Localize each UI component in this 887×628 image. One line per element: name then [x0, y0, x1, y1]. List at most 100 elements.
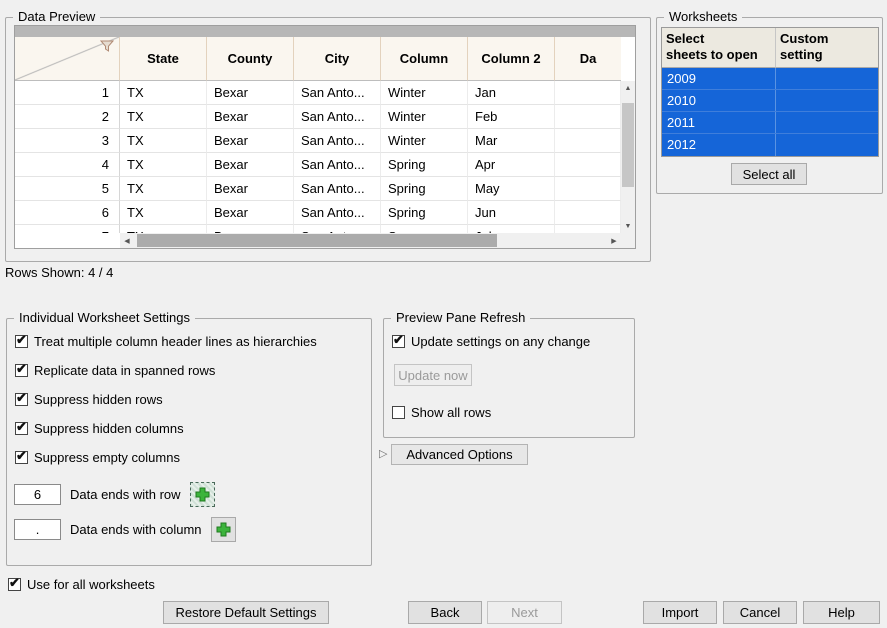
horizontal-scrollbar-thumb[interactable]: [137, 234, 497, 247]
table-row[interactable]: 5 TX Bexar San Anto... Spring May: [15, 177, 621, 201]
checkbox-box: [15, 451, 28, 464]
checkbox-box: [8, 578, 21, 591]
checkbox-replicate-spanned[interactable]: Replicate data in spanned rows: [15, 363, 215, 378]
select-all-button[interactable]: Select all: [731, 163, 807, 185]
table-row[interactable]: 3 TX Bexar San Anto... Winter Mar: [15, 129, 621, 153]
import-button[interactable]: Import: [643, 601, 717, 624]
checkbox-label: Suppress hidden columns: [34, 421, 184, 436]
checkbox-label: Use for all worksheets: [27, 577, 155, 592]
update-now-button[interactable]: Update now: [394, 364, 472, 386]
checkbox-header-hierarchies[interactable]: Treat multiple column header lines as hi…: [15, 334, 317, 349]
cell: Winter: [381, 105, 468, 129]
checkbox-update-on-change[interactable]: Update settings on any change: [392, 334, 590, 349]
cancel-button[interactable]: Cancel: [723, 601, 797, 624]
cell: Bexar: [207, 81, 294, 105]
vertical-scrollbar[interactable]: ▲ ▼: [621, 81, 635, 233]
cell: Bexar: [207, 177, 294, 201]
cell: San Anto...: [294, 105, 381, 129]
table-body: 1 TX Bexar San Anto... Winter Jan 2 TX B…: [15, 81, 621, 233]
preview-pane-refresh-group: Preview Pane Refresh Update settings on …: [383, 318, 635, 438]
help-button[interactable]: Help: [803, 601, 880, 624]
data-ends-column-field[interactable]: [14, 519, 61, 540]
cell: Apr: [468, 153, 555, 177]
worksheets-group: Worksheets Select sheets to open Custom …: [656, 17, 883, 194]
cell: San Anto...: [294, 225, 381, 233]
worksheet-row-2009[interactable]: 2009: [662, 68, 878, 90]
worksheets-title: Worksheets: [664, 9, 742, 24]
column-header-county[interactable]: County: [207, 37, 294, 81]
preview-refresh-title: Preview Pane Refresh: [391, 310, 530, 325]
worksheet-name: 2010: [662, 90, 776, 111]
column-header-column2[interactable]: Column 2: [468, 37, 555, 81]
cell: [555, 177, 621, 201]
cell: Bexar: [207, 129, 294, 153]
checkbox-label: Update settings on any change: [411, 334, 590, 349]
cell: [555, 129, 621, 153]
table-row[interactable]: 1 TX Bexar San Anto... Winter Jan: [15, 81, 621, 105]
table-row[interactable]: 4 TX Bexar San Anto... Spring Apr: [15, 153, 621, 177]
disclosure-triangle-icon[interactable]: ▷: [379, 447, 387, 460]
table-row[interactable]: 6 TX Bexar San Anto... Spring Jun: [15, 201, 621, 225]
cell: Winter: [381, 129, 468, 153]
checkbox-label: Suppress empty columns: [34, 450, 180, 465]
individual-settings-title: Individual Worksheet Settings: [14, 310, 195, 325]
cell: San Anto...: [294, 129, 381, 153]
cell: TX: [120, 153, 207, 177]
scroll-up-icon[interactable]: ▲: [621, 81, 635, 95]
checkbox-suppress-hidden-columns[interactable]: Suppress hidden columns: [15, 421, 184, 436]
cell: TX: [120, 225, 207, 233]
column-header-date[interactable]: Da: [555, 37, 621, 81]
table-header-row: State County City Column Column 2 Da: [15, 37, 621, 81]
checkbox-box: [15, 422, 28, 435]
checkbox-box: [15, 364, 28, 377]
worksheet-custom-setting: [776, 68, 878, 89]
row-number: 7: [15, 225, 120, 233]
row-number: 6: [15, 201, 120, 225]
cell: Bexar: [207, 153, 294, 177]
scroll-right-icon[interactable]: ▶: [607, 233, 621, 248]
next-button[interactable]: Next: [487, 601, 562, 624]
checkbox-box: [392, 406, 405, 419]
worksheet-custom-setting: [776, 112, 878, 133]
back-button[interactable]: Back: [408, 601, 482, 624]
checkbox-label: Suppress hidden rows: [34, 392, 163, 407]
worksheet-row-2012[interactable]: 2012: [662, 134, 878, 156]
cell: Jul: [468, 225, 555, 233]
data-ends-row-label: Data ends with row: [70, 487, 181, 502]
vertical-scrollbar-thumb[interactable]: [622, 103, 634, 187]
cell: [555, 225, 621, 233]
horizontal-scrollbar[interactable]: ◀ ▶: [120, 233, 621, 248]
worksheets-col-header-select: Select sheets to open: [662, 28, 776, 68]
rows-shown-label: Rows Shown: 4 / 4: [5, 265, 113, 280]
scroll-down-icon[interactable]: ▼: [621, 219, 635, 233]
cell: Bexar: [207, 225, 294, 233]
scroll-left-icon[interactable]: ◀: [120, 233, 134, 248]
add-row-end-button[interactable]: [190, 482, 215, 507]
checkbox-label: Replicate data in spanned rows: [34, 363, 215, 378]
header-corner-cell[interactable]: [15, 37, 120, 81]
data-ends-with-row-setting: Data ends with row: [14, 482, 215, 507]
checkbox-use-for-all-worksheets[interactable]: Use for all worksheets: [8, 577, 155, 592]
checkbox-show-all-rows[interactable]: Show all rows: [392, 405, 491, 420]
cell: Spring: [381, 153, 468, 177]
checkbox-suppress-empty-columns[interactable]: Suppress empty columns: [15, 450, 180, 465]
table-row[interactable]: 7 TX Bexar San Anto... Summer Jul: [15, 225, 621, 233]
column-header-state[interactable]: State: [120, 37, 207, 81]
checkbox-label: Treat multiple column header lines as hi…: [34, 334, 317, 349]
column-header-city[interactable]: City: [294, 37, 381, 81]
cell: Winter: [381, 81, 468, 105]
data-ends-with-column-setting: Data ends with column: [14, 517, 236, 542]
restore-default-settings-button[interactable]: Restore Default Settings: [163, 601, 329, 624]
add-column-end-button[interactable]: [211, 517, 236, 542]
table-row[interactable]: 2 TX Bexar San Anto... Winter Feb: [15, 105, 621, 129]
column-header-column[interactable]: Column: [381, 37, 468, 81]
checkbox-suppress-hidden-rows[interactable]: Suppress hidden rows: [15, 392, 163, 407]
cell: Spring: [381, 201, 468, 225]
worksheet-name: 2012: [662, 134, 776, 156]
checkbox-box: [15, 335, 28, 348]
worksheet-row-2011[interactable]: 2011: [662, 112, 878, 134]
data-ends-row-field[interactable]: [14, 484, 61, 505]
advanced-options-button[interactable]: Advanced Options: [391, 444, 528, 465]
worksheet-row-2010[interactable]: 2010: [662, 90, 878, 112]
worksheet-name: 2009: [662, 68, 776, 89]
